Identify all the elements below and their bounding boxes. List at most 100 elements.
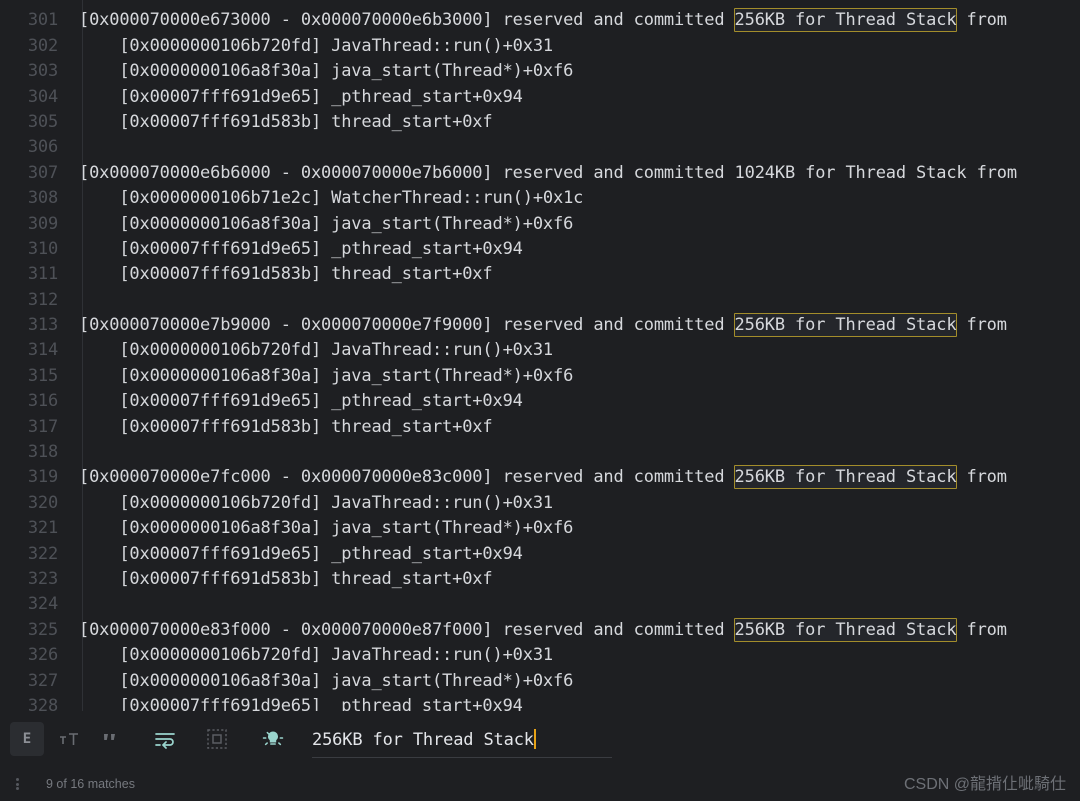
more-options-button[interactable] <box>4 777 30 792</box>
lightbulb-icon <box>262 731 284 746</box>
editor-line[interactable]: 327 [0x0000000106a8f30a] java_start(Thre… <box>0 669 1080 694</box>
line-content: [0x0000000106a8f30a] java_start(Thread*)… <box>79 61 574 82</box>
editor-line[interactable]: 317 [0x00007fff691d583b] thread_start+0x… <box>0 415 1080 440</box>
line-prefix: [0x000070000e7b9000 - 0x000070000e7f9000… <box>79 315 735 336</box>
line-content: [0x00007fff691d583b] thread_start+0xf <box>79 568 493 589</box>
in-selection-toggle-button[interactable] <box>200 722 234 756</box>
line-number: 315 <box>27 365 58 386</box>
match-case-icon <box>60 733 78 745</box>
line-content: [0x0000000106b720fd] JavaThread::run()+0… <box>79 645 553 666</box>
editor-line[interactable]: 316 [0x00007fff691d9e65] _pthread_start+… <box>0 389 1080 414</box>
line-number: 308 <box>27 188 58 209</box>
line-number: 304 <box>27 86 58 107</box>
editor-line[interactable]: 319 [0x000070000e7fc000 - 0x000070000e83c… <box>0 465 1080 490</box>
search-match: 256KB for Thread Stack <box>733 8 958 33</box>
editor-line[interactable]: 324 <box>0 592 1080 617</box>
line-number: 307 <box>27 162 58 183</box>
editor-line[interactable]: 310 [0x00007fff691d9e65] _pthread_start+… <box>0 237 1080 262</box>
line-number: 319 <box>27 467 58 488</box>
line-content: [0x0000000106b71e2c] WatcherThread::run(… <box>79 188 584 209</box>
line-number: 316 <box>27 391 58 412</box>
find-input-wrapper[interactable]: 256KB for Thread Stack <box>312 720 1080 758</box>
find-input[interactable]: 256KB for Thread Stack <box>312 728 536 750</box>
editor-line[interactable]: 313 [0x000070000e7b9000 - 0x000070000e7f9… <box>0 313 1080 338</box>
search-match: 1024KB for Thread Stack <box>734 162 967 183</box>
line-prefix: [0x000070000e6b6000 - 0x000070000e7b6000… <box>79 162 735 183</box>
editor-line[interactable]: 307 [0x000070000e6b6000 - 0x000070000e7b6… <box>0 161 1080 186</box>
find-input-underline <box>312 757 612 758</box>
line-content: [0x0000000106b720fd] JavaThread::run()+0… <box>79 340 553 361</box>
line-number: 320 <box>27 492 58 513</box>
line-number: 326 <box>27 645 58 666</box>
editor-line[interactable]: 306 <box>0 135 1080 160</box>
line-content: [0x0000000106a8f30a] java_start(Thread*)… <box>79 670 574 691</box>
line-number: 327 <box>27 670 58 691</box>
line-content: [0x000070000e6b6000 - 0x000070000e7b6000… <box>72 161 1080 186</box>
line-content: [0x00007fff691d583b] thread_start+0xf <box>79 111 493 132</box>
line-content: [0x00007fff691d583b] thread_start+0xf <box>79 264 493 285</box>
line-number: 328 <box>27 695 58 711</box>
line-content: [0x00007fff691d9e65] _pthread_start+0x94 <box>79 391 523 412</box>
line-content: [0x0000000106b720fd] JavaThread::run()+0… <box>79 492 553 513</box>
editor-line[interactable]: 318 <box>0 440 1080 465</box>
editor-line[interactable]: 322 [0x00007fff691d9e65] _pthread_start+… <box>0 542 1080 567</box>
line-prefix: [0x000070000e83f000 - 0x000070000e87f000… <box>79 619 735 640</box>
editor-area[interactable]: 300 301 [0x000070000e673000 - 0x000070000e… <box>0 0 1080 711</box>
line-content <box>72 440 1080 465</box>
whole-words-toggle-button[interactable] <box>94 722 128 756</box>
match-count-label: 9 of 16 matches <box>46 777 135 791</box>
line-content <box>72 288 1080 313</box>
editor-line[interactable]: 314 [0x0000000106b720fd] JavaThread::run… <box>0 338 1080 363</box>
line-suffix: from <box>956 467 1007 488</box>
line-number: 301 <box>27 10 58 31</box>
line-number: 323 <box>27 568 58 589</box>
editor-line[interactable]: 325 [0x000070000e83f000 - 0x000070000e87f… <box>0 617 1080 643</box>
editor-line[interactable]: 323 [0x00007fff691d583b] thread_start+0x… <box>0 567 1080 592</box>
editor-rows[interactable]: 300 301 [0x000070000e673000 - 0x000070000e… <box>0 0 1080 711</box>
editor-line[interactable]: 315 [0x0000000106a8f30a] java_start(Thre… <box>0 364 1080 389</box>
line-content <box>72 0 1080 8</box>
wrap-lines-icon <box>155 733 175 749</box>
line-number: 317 <box>27 416 58 437</box>
kebab-icon <box>15 777 19 792</box>
in-selection-icon <box>207 729 227 749</box>
line-number: 310 <box>27 238 58 259</box>
editor-line[interactable]: 326 [0x0000000106b720fd] JavaThread::run… <box>0 643 1080 668</box>
line-content: [0x0000000106a8f30a] java_start(Thread*)… <box>79 518 574 539</box>
line-number: 306 <box>27 137 58 158</box>
quick-fix-bulb-button[interactable] <box>256 722 290 756</box>
editor-line[interactable]: 309 [0x0000000106a8f30a] java_start(Thre… <box>0 212 1080 237</box>
editor-line[interactable]: 312 <box>0 288 1080 313</box>
regex-toggle-button[interactable]: E <box>10 722 44 756</box>
search-match: 256KB for Thread Stack <box>733 617 958 642</box>
editor-line[interactable]: 308 [0x0000000106b71e2c] WatcherThread::… <box>0 186 1080 211</box>
editor-line[interactable]: 305 [0x00007fff691d583b] thread_start+0x… <box>0 110 1080 135</box>
search-match: 256KB for Thread Stack <box>733 313 958 338</box>
text-caret <box>533 728 536 749</box>
ide-find-in-file-view: 300 301 [0x000070000e673000 - 0x000070000e… <box>0 0 1080 801</box>
line-content: [0x000070000e673000 - 0x000070000e6b3000… <box>72 8 1080 33</box>
editor-line[interactable]: 304 [0x00007fff691d9e65] _pthread_start+… <box>0 85 1080 110</box>
editor-line[interactable]: 302 [0x0000000106b720fd] JavaThread::run… <box>0 34 1080 59</box>
editor-line[interactable]: 303 [0x0000000106a8f30a] java_start(Thre… <box>0 59 1080 84</box>
editor-line[interactable]: 311 [0x00007fff691d583b] thread_start+0x… <box>0 262 1080 287</box>
line-number: 302 <box>27 35 58 56</box>
editor-line[interactable]: 321 [0x0000000106a8f30a] java_start(Thre… <box>0 516 1080 541</box>
line-content <box>72 135 1080 160</box>
line-number: 321 <box>27 518 58 539</box>
line-number: 303 <box>27 61 58 82</box>
editor-line[interactable]: 320 [0x0000000106b720fd] JavaThread::run… <box>0 491 1080 516</box>
wrap-lines-toggle-button[interactable] <box>148 722 182 756</box>
regex-icon: E <box>22 731 32 747</box>
find-toolbar[interactable]: E 256KB for Thread Stack <box>0 711 1080 767</box>
line-content: [0x0000000106a8f30a] java_start(Thread*)… <box>79 213 574 234</box>
line-suffix: from <box>956 315 1007 336</box>
editor-line[interactable]: 301 [0x000070000e673000 - 0x000070000e6b3… <box>0 8 1080 33</box>
editor-line[interactable]: 328 [0x00007fff691d9e65] _pthread_start+… <box>0 694 1080 711</box>
line-content: [0x00007fff691d583b] thread_start+0xf <box>79 416 493 437</box>
match-case-toggle-button[interactable] <box>52 722 86 756</box>
line-number: 311 <box>27 264 58 285</box>
editor-line[interactable]: 300 <box>0 0 1080 8</box>
line-content <box>72 592 1080 617</box>
watermark-label: CSDN @龍揹仩呲騎仕 <box>903 776 1066 793</box>
